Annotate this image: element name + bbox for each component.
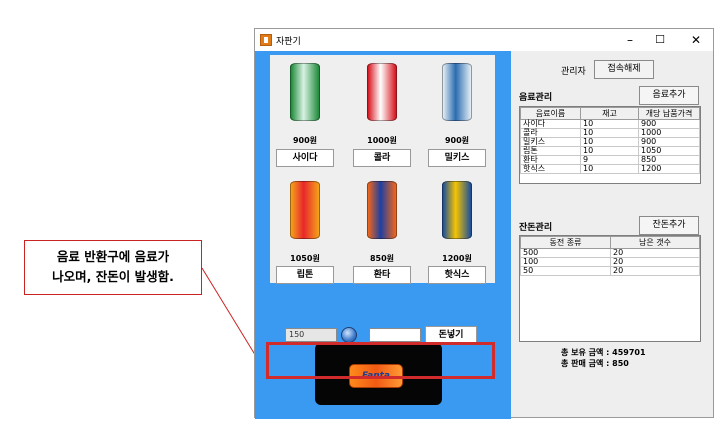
column-header[interactable]: 음료이름 xyxy=(520,107,581,120)
table-row[interactable]: 립톤 10 1050 xyxy=(520,146,700,156)
buy-button-hot6[interactable]: 핫식스 xyxy=(428,266,486,284)
table-cell: 10 xyxy=(580,146,639,156)
column-header[interactable]: 동전 종류 xyxy=(520,236,611,249)
total-owned-amount: 총 보유 금액 : 459701 xyxy=(561,348,646,357)
window-title: 자판기 xyxy=(276,37,301,47)
product-display: 900원 1000원 900원 사이다 콜라 밀키스 1050원 850원 12… xyxy=(270,55,495,284)
close-button[interactable]: ✕ xyxy=(683,31,709,49)
minimize-button[interactable]: – xyxy=(617,31,643,49)
table-row[interactable]: 환타 9 850 xyxy=(520,155,700,165)
money-slider-knob[interactable] xyxy=(341,327,357,343)
buy-button-lipton[interactable]: 립톤 xyxy=(276,266,334,284)
table-cell: 50 xyxy=(520,266,611,276)
disconnect-button[interactable]: 접속해제 xyxy=(594,60,654,79)
java-app-icon xyxy=(260,34,272,46)
total-sales-amount: 총 판매 금액 : 850 xyxy=(561,359,629,368)
table-cell: 20 xyxy=(610,257,700,267)
price-label: 900원 xyxy=(444,136,470,145)
table-cell: 100 xyxy=(520,257,611,267)
can-image-cider xyxy=(290,63,320,121)
buy-button-fanta[interactable]: 환타 xyxy=(353,266,411,284)
table-row[interactable]: 밀키스 10 900 xyxy=(520,137,700,147)
price-label: 850원 xyxy=(369,254,395,263)
add-change-button[interactable]: 잔돈추가 xyxy=(639,216,699,235)
can-image-lipton xyxy=(290,181,320,239)
money-entry-field[interactable] xyxy=(369,328,421,342)
annotation-callout: 음료 반환구에 음료가 나오며, 잔돈이 발생함. xyxy=(24,240,202,295)
price-label: 1050원 xyxy=(290,254,320,263)
money-amount-input[interactable]: 150 xyxy=(285,328,337,342)
column-header[interactable]: 개당 납품가격 xyxy=(638,107,700,120)
table-row[interactable]: 사이다 10 900 xyxy=(520,119,700,129)
buy-button-milkis[interactable]: 밀키스 xyxy=(428,149,486,167)
change-management-label: 잔돈관리 xyxy=(519,223,553,233)
drink-management-label: 음료관리 xyxy=(519,93,553,103)
buy-button-cola[interactable]: 콜라 xyxy=(353,149,411,167)
maximize-button[interactable]: ☐ xyxy=(647,31,673,49)
annotation-line-1: 음료 반환구에 음료가 xyxy=(56,249,170,264)
add-drink-button[interactable]: 음료추가 xyxy=(639,86,699,105)
table-cell: 10 xyxy=(580,164,639,174)
table-cell: 1200 xyxy=(638,164,700,174)
change-table-container: 동전 종류 남은 갯수 500 20 100 20 50 20 xyxy=(519,235,701,342)
can-image-milkis xyxy=(442,63,472,121)
annotation-line-2: 나오며, 잔돈이 발생함. xyxy=(52,269,174,284)
table-row[interactable]: 콜라 10 1000 xyxy=(520,128,700,138)
table-row[interactable]: 50 20 xyxy=(520,266,700,276)
admin-label: 관리자 xyxy=(561,67,586,77)
can-image-cola xyxy=(367,63,397,121)
table-row[interactable]: 100 20 xyxy=(520,257,700,267)
drink-table: 음료이름 재고 개당 납품가격 사이다 10 900 콜라 10 1000 밀키스 10 900… xyxy=(520,107,700,174)
price-label: 1000원 xyxy=(367,136,397,145)
table-cell: 핫식스 xyxy=(520,164,581,174)
table-row[interactable]: 핫식스 10 1200 xyxy=(520,164,700,174)
title-bar[interactable]: 자판기 – ☐ ✕ xyxy=(255,29,713,51)
table-cell: 20 xyxy=(610,248,700,258)
column-header[interactable]: 남은 갯수 xyxy=(610,236,700,249)
buy-button-cider[interactable]: 사이다 xyxy=(276,149,334,167)
can-image-hot6 xyxy=(442,181,472,239)
can-image-fanta xyxy=(367,181,397,239)
totals-panel: 총 보유 금액 : 459701 총 판매 금액 : 850 xyxy=(561,347,646,369)
table-row[interactable]: 500 20 xyxy=(520,248,700,258)
drink-table-container: 음료이름 재고 개당 납품가격 사이다 10 900 콜라 10 1000 밀키스 10 900… xyxy=(519,106,701,184)
column-header[interactable]: 재고 xyxy=(580,107,639,120)
return-slot-highlight xyxy=(266,342,495,379)
price-label: 900원 xyxy=(292,136,318,145)
price-label: 1200원 xyxy=(442,254,472,263)
table-cell: 20 xyxy=(610,266,700,276)
change-table: 동전 종류 남은 갯수 500 20 100 20 50 20 xyxy=(520,236,700,276)
